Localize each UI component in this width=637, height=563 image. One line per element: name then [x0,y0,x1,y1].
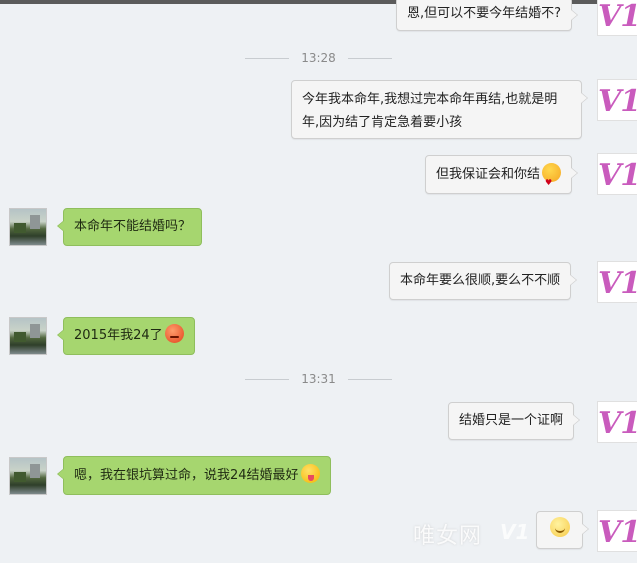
my-avatar[interactable]: V1 [597,510,637,552]
received-message-bubble[interactable]: 嗯，我在银坑算过命，说我24结婚最好 [57,456,331,495]
timestamp-divider: 13:31 [0,372,637,386]
watermark-logo: V1 [500,520,530,544]
my-avatar[interactable]: V1 [597,0,637,36]
sent-message-bubble[interactable]: 结婚只是一个证啊 [448,402,581,440]
message-text: 嗯，我在银坑算过命，说我24结婚最好 [74,468,299,483]
contact-avatar[interactable] [9,208,47,246]
timestamp-text: 13:28 [301,51,336,65]
received-message-bubble[interactable]: 2015年我24了 [57,317,195,355]
sent-message-bubble[interactable]: 本命年要么很顺,要么不不顺 [389,262,578,300]
received-message-bubble[interactable]: 本命年不能结婚吗？ [56,208,203,246]
tongue-emoji-icon [300,464,320,483]
watermark: 唯女网 [413,524,483,549]
message-text: 但我保证会和你结 [436,167,541,182]
angry-emoji-icon [164,324,184,343]
my-avatar[interactable]: V1 [597,79,637,121]
message-text: 本命年不能结婚吗？ [74,219,192,234]
sent-message-bubble[interactable]: 今年我本命年,我想过完本命年再结,也就是明年,因为结了肯定急着要小孩 [291,80,588,139]
my-avatar[interactable]: V1 [597,401,637,443]
timestamp-divider: 13:28 [0,51,637,65]
message-text: 恩,但可以不要今年结婚不? [407,6,562,21]
message-text: 今年我本命年,我想过完本命年再结,也就是明年,因为结了肯定急着要小孩 [302,92,558,130]
sent-message-bubble[interactable]: 恩,但可以不要今年结婚不? [396,0,579,31]
message-text: 本命年要么很顺,要么不不顺 [400,273,561,288]
contact-avatar[interactable] [9,317,47,355]
sent-message-bubble[interactable] [536,511,589,549]
my-avatar[interactable]: V1 [597,261,637,303]
contact-avatar[interactable] [9,457,47,495]
kiss-emoji-icon [542,163,562,201]
smile-emoji-icon [549,517,570,537]
sent-message-bubble[interactable]: 但我保证会和你结 [425,155,579,201]
timestamp-text: 13:31 [301,372,336,386]
message-text: 结婚只是一个证啊 [459,413,564,428]
message-text: 2015年我24了 [74,328,163,343]
my-avatar[interactable]: V1 [597,153,637,195]
